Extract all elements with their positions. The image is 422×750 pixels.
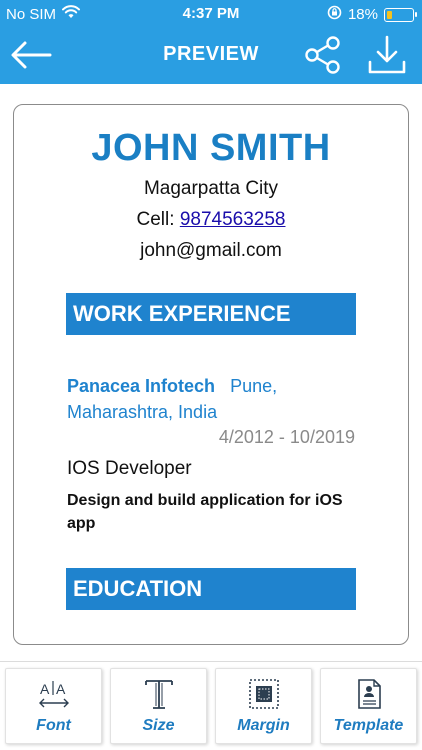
top-bar: No SIM 4:37 PM 18% PREVIEW	[0, 0, 422, 84]
company-line: Panacea Infotech Pune, Maharashtra, Indi…	[67, 373, 367, 425]
svg-text:A: A	[56, 681, 66, 697]
margin-label: Margin	[237, 717, 290, 734]
battery-icon	[384, 7, 417, 22]
education-heading: EDUCATION	[66, 568, 356, 610]
resume-city: Magarpatta City	[143, 178, 279, 199]
share-icon	[305, 36, 340, 74]
resume-name: JOHN SMITH	[91, 127, 331, 169]
resume-cell: Cell: 9874563258	[14, 209, 408, 231]
job-role: IOS Developer	[67, 458, 192, 479]
resume-email: john@gmail.com	[140, 240, 282, 261]
font-label: Font	[36, 717, 71, 734]
download-button[interactable]	[364, 32, 410, 78]
status-bar: No SIM 4:37 PM 18%	[0, 0, 422, 28]
template-label: Template	[333, 717, 404, 734]
orientation-lock-icon	[327, 5, 342, 24]
share-button[interactable]	[300, 32, 346, 78]
page-title: PREVIEW	[163, 43, 259, 65]
job-description: Design and build application for iOS app	[67, 492, 343, 532]
employment-dates: 4/2012 - 10/2019	[218, 427, 355, 447]
font-size-icon: A A	[36, 677, 72, 711]
template-button[interactable]: Template	[320, 668, 417, 744]
template-icon	[351, 677, 387, 711]
bottom-toolbar: A A Font Size Margin Template	[0, 661, 422, 750]
cell-phone-link[interactable]: 9874563258	[180, 209, 286, 230]
company-name: Panacea Infotech	[67, 376, 216, 396]
margin-button[interactable]: Margin	[215, 668, 312, 744]
size-button[interactable]: Size	[110, 668, 207, 744]
font-button[interactable]: A A Font	[5, 668, 102, 744]
text-size-icon	[141, 677, 177, 711]
cell-label: Cell:	[136, 209, 180, 230]
resume-preview-card[interactable]: JOHN SMITH Magarpatta City Cell: 9874563…	[13, 104, 409, 645]
battery-percent: 18%	[347, 6, 378, 23]
size-label: Size	[142, 717, 175, 734]
margin-icon	[246, 677, 282, 711]
svg-text:A: A	[40, 681, 50, 697]
battery-fill	[387, 10, 392, 19]
download-icon	[368, 35, 406, 74]
work-experience-heading: WORK EXPERIENCE	[66, 293, 356, 335]
status-right: 18%	[327, 5, 417, 24]
